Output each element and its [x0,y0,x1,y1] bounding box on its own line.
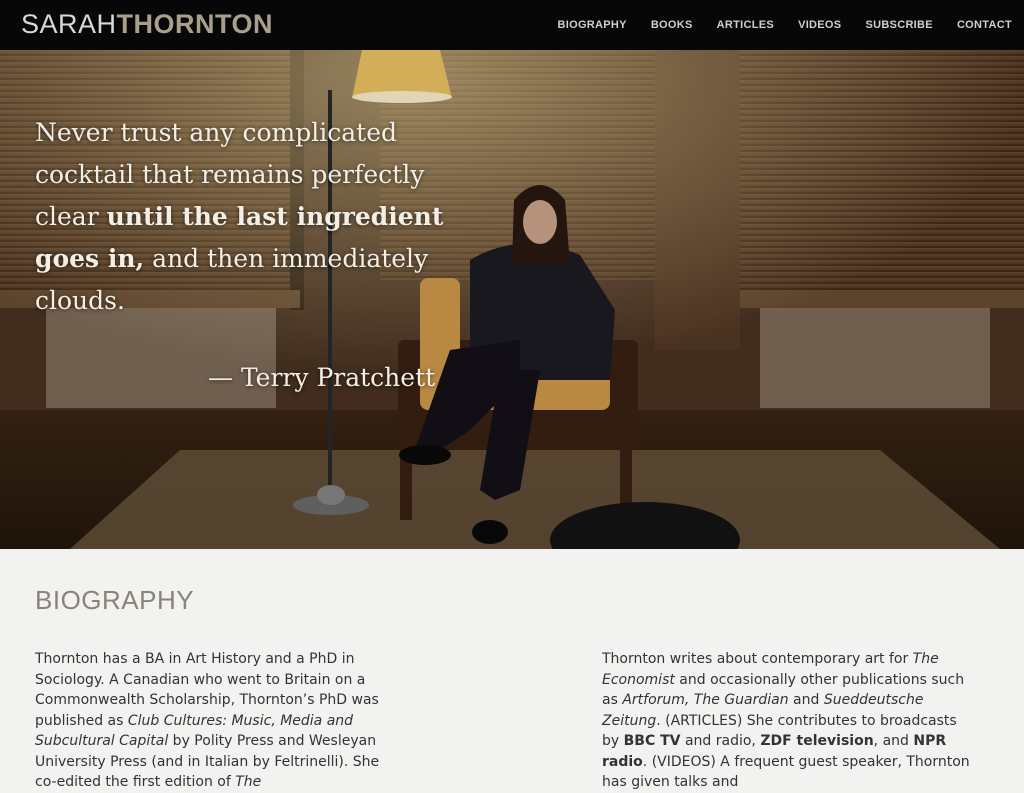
biography-right-column: Thornton writes about contemporary art f… [602,649,972,793]
nav-contact-link[interactable]: CONTACT [957,19,1012,31]
bio-text: and [788,692,824,708]
nav-articles-link[interactable]: ARTICLES [717,19,774,31]
top-navigation-bar: SARAHTHORNTON BIOGRAPHY BOOKS ARTICLES V… [0,0,1024,50]
nav-biography-link[interactable]: BIOGRAPHY [557,19,626,31]
main-menu: BIOGRAPHY BOOKS ARTICLES VIDEOS SUBSCRIB… [533,0,1012,50]
logo-first-name: SARAH [21,9,117,39]
biography-left-column: Thornton has a BA in Art History and a P… [35,649,405,793]
site-logo[interactable]: SARAHTHORNTON [21,8,273,41]
broadcaster-name: BBC TV [623,733,681,749]
broadcaster-name: ZDF television [760,733,874,749]
nav-subscribe-link[interactable]: SUBSCRIBE [865,19,933,31]
biography-section: BIOGRAPHY Thornton has a BA in Art Histo… [0,549,1024,790]
bio-text: . (VIDEOS) A frequent guest speaker, Tho… [602,753,970,791]
nav-videos-link[interactable]: VIDEOS [798,19,841,31]
bio-text: , and [873,733,914,749]
biography-heading: BIOGRAPHY [35,585,195,615]
quote-attribution: — Terry Pratchett [208,363,436,392]
hero-banner: Never trust any complicated cocktail tha… [0,50,1024,549]
hero-quote: Never trust any complicated cocktail tha… [35,112,455,322]
publication-name: Artforum, The Guardian [622,692,789,708]
bio-text: and radio, [680,733,761,749]
logo-last-name: THORNTON [116,9,274,39]
nav-books-link[interactable]: BOOKS [651,19,693,31]
bio-italic-text: The [235,774,262,790]
bio-text: Thornton writes about contemporary art f… [602,651,913,667]
